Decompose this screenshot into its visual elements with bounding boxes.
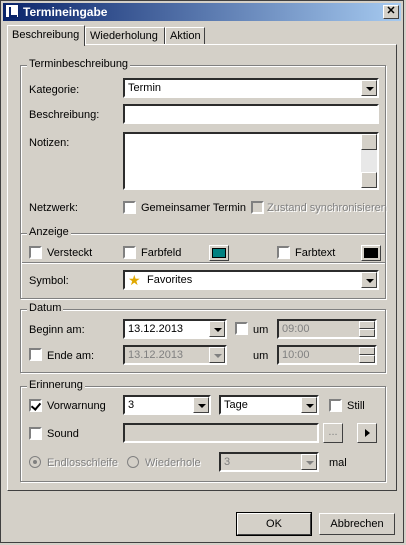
chevron-down-icon[interactable] bbox=[361, 80, 377, 96]
chevron-down-icon[interactable] bbox=[301, 397, 317, 413]
ok-button[interactable]: OK bbox=[236, 512, 312, 536]
gemeinsam-label: Gemeinsamer Termin bbox=[141, 202, 246, 214]
play-icon bbox=[365, 429, 370, 437]
farbtext-color-swatch bbox=[364, 248, 378, 258]
close-button[interactable]: ✕ bbox=[383, 5, 399, 19]
calendar-dropdown-icon[interactable] bbox=[209, 347, 225, 363]
group-legend: Anzeige bbox=[27, 226, 71, 238]
beschreibung-label: Beschreibung: bbox=[29, 109, 100, 121]
notizen-label: Notizen: bbox=[29, 137, 70, 149]
notizen-textarea[interactable] bbox=[123, 132, 379, 190]
wiederhole-label: Wiederhole bbox=[145, 457, 201, 469]
ende-label: Ende am: bbox=[47, 350, 95, 362]
cancel-button[interactable]: Abbrechen bbox=[319, 513, 395, 535]
beginn-time-checkbox[interactable] bbox=[235, 322, 248, 335]
zustand-label: Zustand synchronisieren bbox=[267, 202, 387, 214]
farbfeld-color-swatch bbox=[212, 248, 226, 258]
beginn-label: Beginn am: bbox=[29, 324, 85, 336]
scroll-down-icon[interactable] bbox=[361, 172, 377, 188]
scroll-up-icon[interactable] bbox=[361, 134, 377, 150]
group-legend: Erinnerung bbox=[27, 379, 85, 391]
window-title: Termineingabe bbox=[23, 5, 108, 19]
netzwerk-label: Netzwerk: bbox=[29, 202, 78, 214]
group-erinnerung: Erinnerung Vorwarnung 3 Tage Still Sound… bbox=[20, 379, 386, 482]
ende-checkbox[interactable] bbox=[29, 348, 42, 361]
calendar-dropdown-icon[interactable] bbox=[209, 321, 225, 337]
wiederhole-radio[interactable] bbox=[127, 456, 139, 468]
chevron-down-icon[interactable] bbox=[361, 272, 377, 288]
time-spinner-icon[interactable] bbox=[359, 321, 375, 337]
vorwarnung-checkbox[interactable] bbox=[29, 399, 42, 412]
chevron-down-icon[interactable] bbox=[301, 454, 317, 470]
beginn-date-value: 13.12.2013 bbox=[128, 323, 184, 335]
beschreibung-input[interactable] bbox=[123, 104, 379, 124]
tab-wiederholung[interactable]: Wiederholung bbox=[85, 27, 165, 45]
unit-value: Tage bbox=[224, 399, 248, 411]
group-legend: Terminbeschreibung bbox=[27, 58, 131, 70]
beginn-time-value: 09:00 bbox=[282, 323, 310, 335]
endlos-radio[interactable] bbox=[29, 456, 41, 468]
ende-time-value: 10:00 bbox=[282, 349, 310, 361]
browse-button[interactable]: ... bbox=[323, 423, 343, 443]
kategorie-label: Kategorie: bbox=[29, 84, 80, 96]
farbfeld-checkbox[interactable] bbox=[123, 246, 136, 259]
farbtext-checkbox[interactable] bbox=[277, 246, 290, 259]
ende-time-input[interactable]: 10:00 bbox=[277, 345, 377, 365]
beginn-time-input[interactable]: 09:00 bbox=[277, 319, 377, 339]
tab-panel-beschreibung: Terminbeschreibung Kategorie: Termin Bes… bbox=[7, 44, 397, 491]
play-button[interactable] bbox=[357, 423, 377, 443]
ende-um-label: um bbox=[253, 350, 269, 362]
kategorie-value: Termin bbox=[128, 82, 162, 94]
ende-date-picker[interactable]: 13.12.2013 bbox=[123, 345, 227, 365]
title-bar[interactable]: Termineingabe ✕ bbox=[3, 3, 401, 21]
zustand-checkbox[interactable] bbox=[251, 201, 264, 214]
beginn-date-picker[interactable]: 13.12.2013 bbox=[123, 319, 227, 339]
sound-label: Sound bbox=[47, 428, 79, 440]
time-spinner-icon[interactable] bbox=[359, 347, 375, 363]
vorwarnung-select[interactable]: 3 bbox=[123, 395, 211, 415]
vorwarnung-value: 3 bbox=[128, 399, 135, 411]
app-icon bbox=[5, 4, 19, 18]
farbtext-label: Farbtext bbox=[295, 247, 336, 259]
farbfeld-label: Farbfeld bbox=[141, 247, 182, 259]
wiederhole-select[interactable]: 3 bbox=[219, 452, 319, 472]
unit-select[interactable]: Tage bbox=[219, 395, 319, 415]
vorwarnung-label: Vorwarnung bbox=[47, 400, 106, 412]
symbol-value: Favorites bbox=[147, 274, 193, 286]
tab-aktion[interactable]: Aktion bbox=[165, 27, 205, 45]
notizen-scrollbar[interactable] bbox=[361, 134, 377, 188]
sound-checkbox[interactable] bbox=[29, 427, 42, 440]
farbfeld-color-button[interactable] bbox=[209, 245, 229, 261]
group-legend: Datum bbox=[27, 302, 64, 314]
group-anzeige: Anzeige Versteckt Farbfeld Farbtext Symb… bbox=[20, 226, 386, 299]
radio-dot bbox=[33, 460, 37, 464]
gemeinsam-checkbox[interactable] bbox=[123, 201, 136, 214]
wiederhole-value: 3 bbox=[224, 456, 231, 468]
mal-label: mal bbox=[329, 457, 347, 469]
star-icon: ★ bbox=[128, 272, 141, 288]
symbol-label: Symbol: bbox=[29, 275, 69, 287]
beginn-um-label: um bbox=[253, 324, 269, 336]
group-datum: Datum Beginn am: 13.12.2013 um 09:00 End… bbox=[20, 302, 386, 373]
ende-date-value: 13.12.2013 bbox=[128, 349, 184, 361]
checkmark-icon bbox=[30, 400, 42, 411]
farbtext-color-button[interactable] bbox=[361, 245, 381, 261]
tab-beschreibung[interactable]: Beschreibung bbox=[7, 25, 85, 46]
dialog-window: Termineingabe ✕ Beschreibung Wiederholun… bbox=[0, 0, 404, 543]
chevron-down-icon[interactable] bbox=[193, 397, 209, 413]
symbol-select[interactable]: ★ Favorites bbox=[123, 270, 379, 290]
kategorie-select[interactable]: Termin bbox=[123, 78, 379, 98]
versteckt-label: Versteckt bbox=[47, 247, 93, 259]
still-label: Still bbox=[347, 400, 365, 412]
versteckt-checkbox[interactable] bbox=[29, 246, 42, 259]
endlos-label: Endlosschleife bbox=[47, 457, 118, 469]
sound-file-input[interactable] bbox=[123, 423, 319, 443]
still-checkbox[interactable] bbox=[329, 399, 342, 412]
